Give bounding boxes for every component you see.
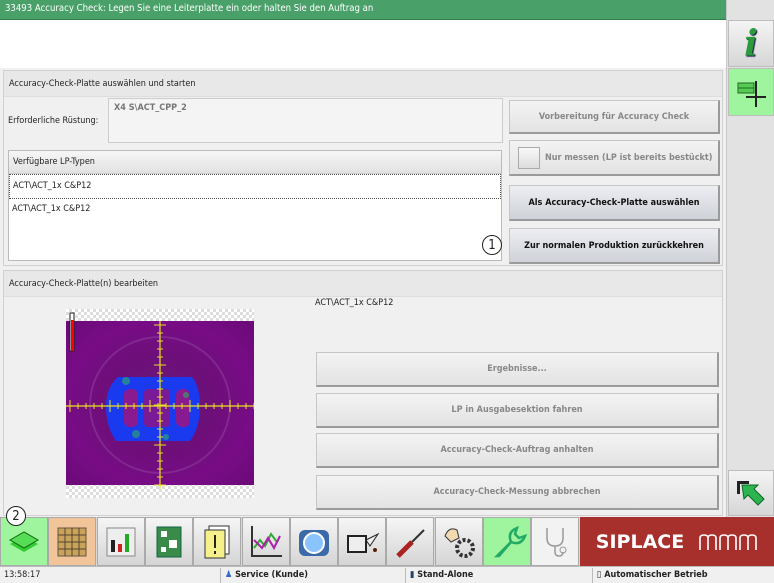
stethoscope-icon [546, 527, 567, 557]
back-button[interactable] [728, 470, 774, 516]
board-stack-icon [8, 530, 40, 552]
toolbar-button-feeder-grid[interactable] [48, 517, 97, 566]
lp-type-list[interactable]: Verfügbare LP-Typen ACT\ACT_1x C&P12 ACT… [8, 150, 502, 261]
panel-header: Accuracy-Check-Platte(n) bearbeiten [4, 271, 722, 297]
status-mode-text: Stand-Alone [417, 570, 474, 580]
message-area [0, 20, 726, 68]
toolbar-button-stethoscope[interactable] [531, 517, 580, 566]
list-header: Verfügbare LP-Typen [9, 151, 501, 174]
measure-only-checkbox[interactable]: Nur messen (LP ist bereits bestückt) [509, 140, 720, 176]
callout-marker-2: 2 [6, 506, 26, 526]
screwdriver-icon [396, 528, 426, 558]
board-name: ACT\ACT_1x C&P12 [315, 298, 394, 308]
status-operation: ▯ Automatischer Betrieb [592, 568, 774, 583]
feeder-grid-icon [57, 527, 87, 556]
toolbar-button-station-view[interactable] [96, 517, 145, 566]
siplace-logo: SIPLACE [580, 517, 774, 566]
panel-header: Accuracy-Check-Platte auswählen und star… [4, 71, 722, 97]
toolbar-button-board-stack[interactable] [0, 517, 48, 566]
select-board-button[interactable]: Als Accuracy-Check-Platte auswählen [509, 185, 720, 221]
status-time: 13:58:17 [4, 570, 41, 580]
checkbox-box[interactable] [518, 146, 540, 169]
measurement-image [66, 309, 254, 498]
brand-mark-icon [699, 533, 758, 550]
pcb-icon [156, 526, 182, 557]
status-operation-text: Automatischer Betrieb [604, 570, 708, 580]
warning-documents-icon [204, 525, 230, 558]
setup-label: Erforderliche Rüstung: [8, 116, 99, 126]
toolbar-button-chart[interactable] [241, 517, 290, 566]
toolbar-button-pcb[interactable] [144, 517, 193, 566]
oil-can-icon [347, 532, 380, 553]
wrench-icon [493, 525, 527, 557]
status-user-text: Service (Kunde) [235, 570, 308, 580]
arrow-up-left-icon [737, 481, 765, 506]
list-item[interactable]: ACT\ACT_1x C&P12 [9, 174, 501, 199]
status-bar: 13:58:17 ♟ Service (Kunde) ▮ Stand-Alone… [0, 566, 774, 583]
toolbar-button-oil-can[interactable] [338, 517, 387, 566]
user-icon: ♟ [225, 570, 236, 580]
status-mode: ▮ Stand-Alone [405, 568, 595, 583]
move-to-output-button[interactable]: LP in Ausgabesektion fahren [316, 393, 719, 428]
setup-value: X4 S\ACT_CPP_2 [108, 98, 503, 143]
prepare-button[interactable]: Vorbereitung für Accuracy Check [509, 100, 720, 134]
return-production-button[interactable]: Zur normalen Produktion zurückkehren [509, 228, 720, 264]
station-view-icon [106, 527, 136, 556]
abort-measurement-button[interactable]: Accuracy-Check-Messung abbrechen [316, 475, 719, 510]
info-button[interactable]: i [728, 20, 774, 67]
info-icon: i [744, 22, 758, 65]
checkbox-label: Nur messen (LP ist bereits bestückt) [545, 152, 713, 163]
hold-order-button[interactable]: Accuracy-Check-Auftrag anhalten [316, 433, 719, 468]
callout-marker-1: 1 [482, 235, 502, 255]
toolbar-button-wrench[interactable] [483, 517, 531, 566]
status-user: ♟ Service (Kunde) [220, 568, 410, 583]
title-bar: 33493 Accuracy Check: Legen Sie eine Lei… [0, 0, 726, 20]
camera-icon [298, 529, 329, 556]
list-item[interactable]: ACT\ACT_1x C&P12 [9, 199, 501, 224]
chart-icon [250, 525, 282, 557]
hand-gear-icon [444, 527, 475, 558]
brand-text: SIPLACE [595, 530, 685, 553]
right-sidebar: i [726, 0, 774, 517]
accuracy-check-button[interactable] [728, 68, 774, 116]
toolbar-button-warning-documents[interactable] [193, 517, 242, 566]
accuracy-check-icon [737, 81, 766, 107]
results-button[interactable]: Ergebnisse... [316, 352, 719, 387]
toolbar-button-screwdriver[interactable] [386, 517, 435, 566]
toolbar-button-camera[interactable] [289, 517, 338, 566]
toolbar-button-hand-gear[interactable] [434, 517, 483, 566]
